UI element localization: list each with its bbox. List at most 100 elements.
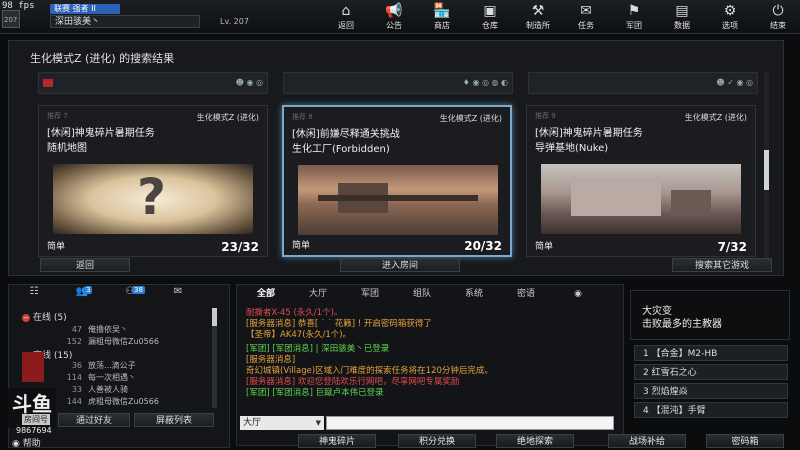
room-card[interactable]: 推荐 7 生化模式Z (进化) [休闲]神鬼碎片暑期任务 随机地图 ? 简单 2… xyxy=(38,105,268,257)
tab-eye[interactable]: ◉ xyxy=(552,287,604,301)
player-level: Lv. 207 xyxy=(220,17,249,26)
nav-clan[interactable]: ⚑ 军团 xyxy=(610,2,658,32)
chevron-down-icon: ▼ xyxy=(315,419,321,427)
event-rank-row[interactable]: 1 【合金】M2-HB xyxy=(634,345,788,361)
friend-row[interactable]: 47 俺撸依吴丶 xyxy=(58,324,128,335)
mail-icon: ✉ xyxy=(173,286,183,297)
friend-name: 每一次相遇丶 xyxy=(88,373,136,382)
nav-workshop[interactable]: ⚒ 制造所 xyxy=(514,2,562,32)
room-card-selected[interactable]: 推荐 8 生化模式Z (进化) [休闲]前嫌尽释通关挑战 生化工厂(Forbid… xyxy=(282,105,512,257)
clan-badge: 38 xyxy=(132,286,145,294)
random-map-thumbnail: ? xyxy=(53,164,253,234)
nav-label: 商店 xyxy=(434,21,450,30)
power-icon: ⏻ xyxy=(772,3,784,19)
nav-mission[interactable]: ✉ 任务 xyxy=(562,2,610,32)
prev-room-cell[interactable]: ☻ ◉ ◎ xyxy=(38,72,268,94)
nav-shop[interactable]: 🏪 商店 xyxy=(418,2,466,32)
friend-level: 152 xyxy=(66,337,82,346)
tab-all[interactable]: 全部 xyxy=(240,287,292,301)
event-rank-row[interactable]: 2 红雪石之心 xyxy=(634,364,788,380)
main-nav: ⌂ 返回 📢 公告 🏪 商店 ▣ 仓库 ⚒ 制造所 ✉ 任务 ⚑ 军团 ▤ 数据 ⚙ 选项 ⏻ 结束 xyxy=(322,2,800,32)
friend-tabs: ☷ 👥 3 ⚇ 38 ✉ xyxy=(10,286,202,302)
friend-name: 放荡...滴公子 xyxy=(88,361,136,370)
friend-level: 144 xyxy=(66,397,82,406)
clan-icon: ⚑ xyxy=(627,3,641,19)
prev-room-cell[interactable]: ☻ ✓ ◉ ◎ xyxy=(528,72,758,94)
player-info: 联赛 强者 II 深田骇美丶 Lv. 207 xyxy=(50,4,250,30)
friend-row[interactable]: 33 人善被人骑 xyxy=(58,384,128,395)
room-difficulty: 简单 xyxy=(535,242,554,252)
friend-name: 俺撸依吴丶 xyxy=(88,325,128,334)
supply-button[interactable]: 战场补给 xyxy=(608,434,686,448)
nav-megaphone[interactable]: 📢 公告 xyxy=(370,2,418,32)
avatar xyxy=(22,352,44,382)
back-button[interactable]: 返回 xyxy=(40,258,130,272)
tab-list[interactable]: ☷ xyxy=(10,286,58,302)
shard-button[interactable]: 神鬼碎片 xyxy=(298,434,376,448)
nav-label: 公告 xyxy=(386,21,402,30)
room-mode: 生化模式Z (进化) xyxy=(196,113,259,122)
home-icon: ⌂ xyxy=(341,3,351,19)
mission-icon: ✉ xyxy=(580,3,592,19)
rank-number: 207 xyxy=(4,16,18,24)
friends-scroll-thumb[interactable] xyxy=(212,308,217,326)
list-icon: ☷ xyxy=(29,286,39,297)
room-map: 生化工厂(Forbidden) xyxy=(292,144,390,155)
event-rank-row[interactable]: 4 【混沌】手臂 xyxy=(634,402,788,418)
add-friend-button[interactable]: 通过好友 xyxy=(58,413,130,427)
tab-lobby[interactable]: 大厅 xyxy=(292,287,344,301)
play-icon xyxy=(43,79,53,87)
room-player-count: 7/32 xyxy=(717,240,747,254)
nav-gear[interactable]: ⚙ 选项 xyxy=(706,2,754,32)
room-player-count: 20/32 xyxy=(464,239,502,253)
explore-button[interactable]: 绝地探索 xyxy=(496,434,574,448)
friend-row[interactable]: 36 放荡...滴公子 xyxy=(58,360,136,371)
enter-room-button[interactable]: 进入房间 xyxy=(340,258,460,272)
block-list-button[interactable]: 屏蔽列表 xyxy=(134,413,214,427)
prev-room-cell[interactable]: ♦ ◉ ◎ ◍ ◐ xyxy=(283,72,513,94)
tab-mail[interactable]: ✉ xyxy=(154,286,202,302)
points-exchange-button[interactable]: 积分兑换 xyxy=(398,434,476,448)
stream-logo-subtitle: 房间号 xyxy=(22,414,50,425)
chat-input[interactable] xyxy=(326,416,614,430)
room-card[interactable]: 推荐 9 生化模式Z (进化) [休闲]神鬼碎片暑期任务 导弹基地(Nuke) … xyxy=(526,105,756,257)
nav-stats[interactable]: ▤ 数据 xyxy=(658,2,706,32)
online-label: 在线 (5) xyxy=(33,313,67,323)
nav-power[interactable]: ⏻ 结束 xyxy=(754,2,800,32)
workshop-icon: ⚒ xyxy=(531,3,545,19)
tab-friends[interactable]: 👥 3 xyxy=(58,286,106,302)
megaphone-icon: 📢 xyxy=(385,3,403,19)
nav-inventory[interactable]: ▣ 仓库 xyxy=(466,2,514,32)
chat-line: [军团] [军团消息] 巨蹴卢本伟已登录 xyxy=(246,388,384,398)
player-name: 深田骇美丶 xyxy=(50,15,200,28)
room-recommend: 推荐 8 xyxy=(292,113,313,121)
help-label: 帮助 xyxy=(22,439,41,449)
friend-row[interactable]: 144 虎粗母微信Zu0566 xyxy=(58,396,159,407)
inventory-icon: ▣ xyxy=(483,3,497,19)
help-button[interactable]: ◉ 帮助 xyxy=(12,436,41,449)
nav-label: 军团 xyxy=(626,21,642,30)
friend-name: 人善被人骑 xyxy=(88,385,128,394)
results-scroll-thumb[interactable] xyxy=(764,150,769,190)
question-mark-icon: ? xyxy=(137,168,167,226)
event-subtitle: 击败最多的主教器 xyxy=(642,319,722,330)
event-rank-row[interactable]: 3 烈焰煌焱 xyxy=(634,383,788,399)
nav-label: 制造所 xyxy=(526,21,550,30)
tab-clan[interactable]: ⚇ 38 xyxy=(106,286,154,302)
tab-whisper[interactable]: 密语 xyxy=(500,287,552,301)
room-flags-icon: ☻ ✓ ◉ ◎ xyxy=(716,78,753,87)
tab-system[interactable]: 系统 xyxy=(448,287,500,301)
room-map: 导弹基地(Nuke) xyxy=(535,143,609,154)
friend-level: 47 xyxy=(71,325,82,334)
friend-row[interactable]: 114 每一次相遇丶 xyxy=(58,372,136,383)
tab-party[interactable]: 组队 xyxy=(396,287,448,301)
tab-clan[interactable]: 军团 xyxy=(344,287,396,301)
online-group[interactable]: − 在线 (5) xyxy=(22,310,67,323)
nav-label: 任务 xyxy=(578,21,594,30)
search-other-button[interactable]: 搜索其它游戏 xyxy=(672,258,772,272)
nav-home[interactable]: ⌂ 返回 xyxy=(322,2,370,32)
nav-label: 数据 xyxy=(674,21,690,30)
friend-row[interactable]: 152 漏粗母微信Zu0566 xyxy=(58,336,159,347)
password-box-button[interactable]: 密码箱 xyxy=(706,434,784,448)
chat-channel-select[interactable]: 大厅 ▼ xyxy=(240,416,324,430)
